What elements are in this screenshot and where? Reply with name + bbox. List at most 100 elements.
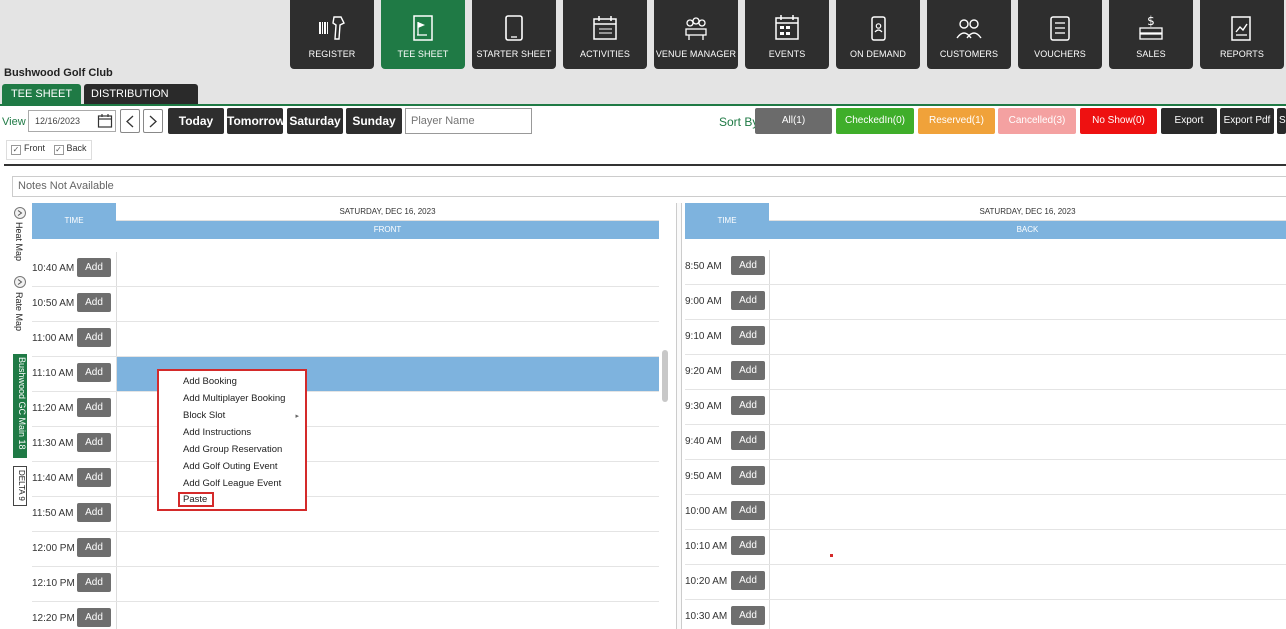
- add-booking-button[interactable]: Add: [731, 606, 765, 625]
- calendar-icon[interactable]: [97, 113, 113, 129]
- tee-time-slot[interactable]: [769, 495, 1286, 529]
- export-pdf-button[interactable]: Export Pdf: [1220, 108, 1274, 134]
- heat-map-label[interactable]: Heat Map: [14, 222, 24, 261]
- rate-map-label[interactable]: Rate Map: [14, 292, 24, 331]
- nav-tee-sheet[interactable]: TEE SHEET: [381, 0, 465, 69]
- nav-events[interactable]: EVENTS: [745, 0, 829, 69]
- tee-time-label: 11:10 AM: [32, 368, 74, 379]
- filter-checkedin-button[interactable]: CheckedIn(0): [836, 108, 914, 134]
- front-scrollbar[interactable]: [662, 350, 668, 402]
- add-booking-button[interactable]: Add: [77, 538, 111, 557]
- tee-time-slot[interactable]: [769, 460, 1286, 494]
- today-button[interactable]: Today: [168, 108, 224, 134]
- tee-time-slot[interactable]: [116, 287, 659, 321]
- add-booking-button[interactable]: Add: [77, 573, 111, 592]
- nav-reports[interactable]: REPORTS: [1200, 0, 1284, 69]
- saturday-button[interactable]: Saturday: [287, 108, 343, 134]
- add-booking-button[interactable]: Add: [731, 326, 765, 345]
- tee-time-slot[interactable]: [769, 320, 1286, 354]
- date-picker[interactable]: 12/16/2023: [28, 110, 116, 132]
- nav-vouchers[interactable]: VOUCHERS: [1018, 0, 1102, 69]
- add-booking-button[interactable]: Add: [77, 328, 111, 347]
- sunday-button[interactable]: Sunday: [346, 108, 402, 134]
- prev-day-button[interactable]: [120, 109, 140, 133]
- add-booking-button[interactable]: Add: [731, 571, 765, 590]
- front-time-header: TIME: [32, 203, 116, 239]
- add-booking-button[interactable]: Add: [731, 536, 765, 555]
- export-more-button[interactable]: S: [1277, 108, 1286, 134]
- tee-time-slot[interactable]: [769, 390, 1286, 424]
- menu-block-slot[interactable]: Block Slot: [183, 410, 225, 421]
- nav-label: EVENTS: [768, 49, 806, 59]
- back-checkbox[interactable]: ✓: [53, 145, 64, 155]
- nav-starter-sheet[interactable]: STARTER SHEET: [472, 0, 556, 69]
- heat-map-toggle[interactable]: [14, 207, 26, 219]
- add-booking-button[interactable]: Add: [77, 363, 111, 382]
- tee-time-label: 11:20 AM: [32, 403, 74, 414]
- next-day-button[interactable]: [143, 109, 163, 133]
- menu-add-instructions[interactable]: Add Instructions: [183, 427, 251, 438]
- tee-time-row: 10:10 AM Add: [685, 530, 1286, 565]
- nav-on-demand[interactable]: ON DEMAND: [836, 0, 920, 69]
- filter-noshow-button[interactable]: No Show(0): [1080, 108, 1157, 134]
- add-booking-button[interactable]: Add: [731, 466, 765, 485]
- tee-time-slot[interactable]: [116, 252, 659, 286]
- add-booking-button[interactable]: Add: [731, 256, 765, 275]
- back-nine-header: BACK: [769, 221, 1286, 239]
- tee-time-slot[interactable]: [769, 600, 1286, 629]
- add-booking-button[interactable]: Add: [731, 361, 765, 380]
- tee-time-slot[interactable]: [116, 602, 659, 629]
- tee-time-slot[interactable]: [769, 530, 1286, 564]
- menu-add-multiplayer-booking[interactable]: Add Multiplayer Booking: [183, 393, 285, 404]
- menu-add-group-reservation[interactable]: Add Group Reservation: [183, 444, 282, 455]
- panel-splitter[interactable]: [676, 203, 682, 629]
- tee-time-label: 12:20 PM: [32, 613, 75, 624]
- menu-add-golf-league-event[interactable]: Add Golf League Event: [183, 478, 281, 489]
- nav-sales[interactable]: $ SALES: [1109, 0, 1193, 69]
- rate-map-toggle[interactable]: [14, 276, 26, 288]
- course-tab-delta-9[interactable]: DELTA 9: [13, 466, 27, 506]
- tee-time-slot[interactable]: [116, 567, 659, 601]
- add-booking-button[interactable]: Add: [731, 431, 765, 450]
- barcode-scanner-icon: [319, 16, 345, 40]
- menu-paste[interactable]: Paste: [178, 492, 214, 507]
- tee-time-slot[interactable]: [116, 532, 659, 566]
- add-booking-button[interactable]: Add: [731, 501, 765, 520]
- tee-time-label: 10:40 AM: [32, 263, 75, 274]
- add-booking-button[interactable]: Add: [77, 503, 111, 522]
- tee-time-row: 8:50 AM Add: [685, 250, 1286, 285]
- add-booking-button[interactable]: Add: [77, 293, 111, 312]
- tee-time-slot[interactable]: [769, 285, 1286, 319]
- nav-venue-manager[interactable]: VENUE MANAGER: [654, 0, 738, 69]
- tee-time-slot[interactable]: [769, 355, 1286, 389]
- menu-add-golf-outing-event[interactable]: Add Golf Outing Event: [183, 461, 278, 472]
- add-booking-button[interactable]: Add: [731, 396, 765, 415]
- export-excel-button[interactable]: Export Excel: [1161, 108, 1217, 152]
- add-booking-button[interactable]: Add: [77, 433, 111, 452]
- tab-tee-sheet[interactable]: TEE SHEET: [2, 84, 81, 104]
- filter-reserved-button[interactable]: Reserved(1): [918, 108, 995, 134]
- player-name-input[interactable]: [405, 108, 532, 134]
- add-booking-button[interactable]: Add: [77, 468, 111, 487]
- nav-customers[interactable]: CUSTOMERS: [927, 0, 1011, 69]
- menu-add-booking[interactable]: Add Booking: [183, 376, 237, 387]
- nav-register[interactable]: REGISTER: [290, 0, 374, 69]
- add-booking-button[interactable]: Add: [77, 258, 111, 277]
- tee-time-slot[interactable]: [116, 322, 659, 356]
- course-tab-main-18[interactable]: Bushwood GC Main 18: [13, 354, 27, 458]
- nav-activities[interactable]: ACTIVITIES: [563, 0, 647, 69]
- tab-distribution-engine[interactable]: DISTRIBUTION ENGINE: [84, 84, 198, 120]
- tee-sheet-icon: [413, 15, 433, 41]
- tee-time-row: 11:10 AM Add: [32, 357, 659, 392]
- add-booking-button[interactable]: Add: [77, 398, 111, 417]
- tee-time-slot[interactable]: [769, 425, 1286, 459]
- add-booking-button[interactable]: Add: [731, 291, 765, 310]
- filter-cancelled-button[interactable]: Cancelled(3): [998, 108, 1076, 134]
- add-booking-button[interactable]: Add: [77, 608, 111, 627]
- tee-time-slot[interactable]: [769, 250, 1286, 284]
- tee-time-label: 12:00 PM: [32, 543, 75, 554]
- filter-all-button[interactable]: All(1): [755, 108, 832, 134]
- tomorrow-button[interactable]: Tomorrow: [227, 108, 285, 134]
- front-checkbox[interactable]: ✓: [11, 145, 21, 155]
- tee-time-slot[interactable]: [769, 565, 1286, 599]
